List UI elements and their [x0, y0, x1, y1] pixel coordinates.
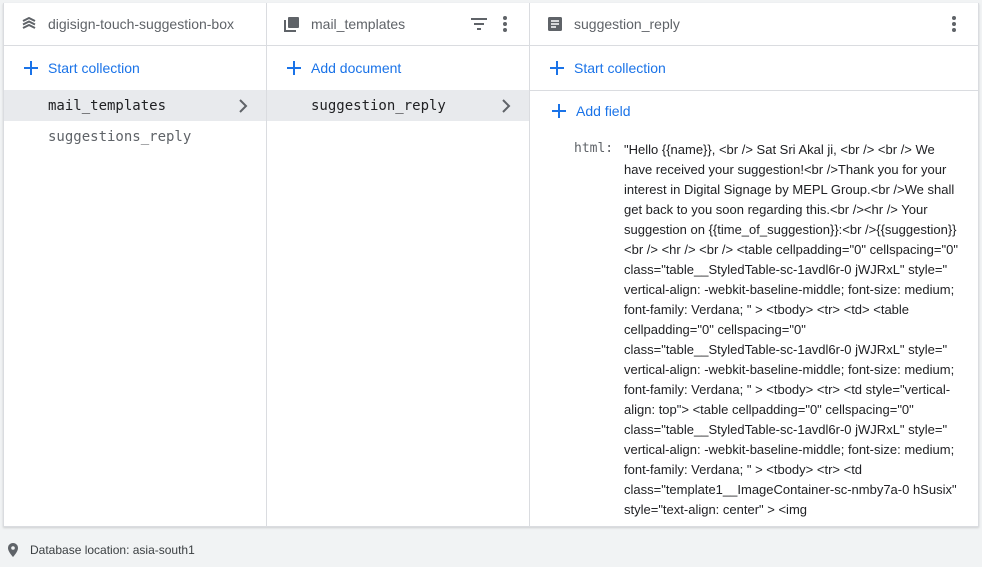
list-item-label: suggestions_reply [48, 128, 192, 145]
collection-column-header: mail_templates [267, 3, 529, 46]
database-location-label: Database location: asia-south1 [30, 543, 195, 557]
field-key: html: [574, 141, 614, 156]
collection-icon [283, 15, 301, 33]
start-collection-label: Start collection [574, 60, 666, 76]
start-collection-label: Start collection [48, 60, 140, 76]
collection-title: mail_templates [311, 16, 406, 32]
collection-column: mail_templates Add document suggestion_r… [267, 3, 530, 526]
root-title: digisign-touch-suggestion-box [48, 16, 234, 32]
document-title: suggestion_reply [574, 16, 680, 32]
more-vert-icon[interactable] [942, 12, 966, 36]
add-field-button[interactable]: Add field [530, 90, 978, 131]
field-value: "Hello {{name}}, <br /> Sat Sri Akal ji,… [624, 142, 958, 517]
document-column-header: suggestion_reply [530, 3, 978, 46]
start-collection-button[interactable]: Start collection [4, 46, 266, 90]
add-document-label: Add document [311, 60, 402, 76]
start-collection-button[interactable]: Start collection [530, 46, 978, 90]
chevron-right-icon [234, 97, 252, 115]
plus-icon [22, 59, 40, 77]
status-footer: Database location: asia-south1 [0, 533, 982, 567]
database-stack-icon [20, 15, 38, 33]
chevron-right-icon [497, 97, 515, 115]
list-item-label: suggestion_reply [311, 97, 446, 114]
root-column-header: digisign-touch-suggestion-box [4, 3, 266, 46]
list-item-suggestions-reply[interactable]: suggestions_reply [4, 121, 266, 152]
data-viewer: digisign-touch-suggestion-box Start coll… [3, 3, 979, 527]
root-column: digisign-touch-suggestion-box Start coll… [4, 3, 267, 526]
document-column: suggestion_reply Start collection Add fi… [530, 3, 978, 526]
plus-icon [285, 59, 303, 77]
location-pin-icon [6, 543, 20, 557]
list-item-suggestion-reply[interactable]: suggestion_reply [267, 90, 529, 121]
plus-icon [548, 59, 566, 77]
filter-icon[interactable] [467, 12, 491, 36]
add-field-label: Add field [576, 103, 631, 119]
add-document-button[interactable]: Add document [267, 46, 529, 90]
more-vert-icon[interactable] [493, 12, 517, 36]
document-field-html[interactable]: html: "Hello {{name}}, <br /> Sat Sri Ak… [530, 131, 978, 520]
list-item-label: mail_templates [48, 97, 167, 114]
document-icon [546, 15, 564, 33]
plus-icon [550, 102, 568, 120]
list-item-mail-templates[interactable]: mail_templates [4, 90, 266, 121]
